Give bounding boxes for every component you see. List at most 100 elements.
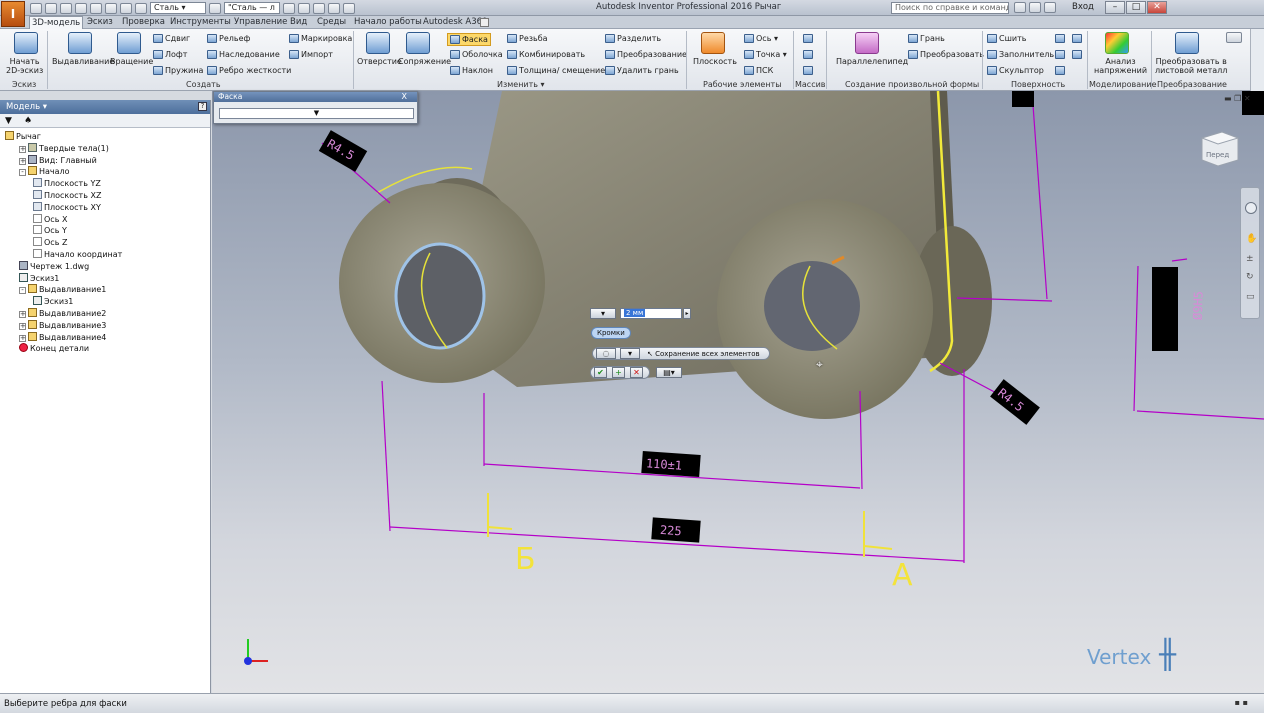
revolve-icon[interactable] <box>117 32 141 54</box>
viewport-window-controls[interactable]: ▬ ❐ ✕ <box>1224 94 1251 103</box>
find-icon[interactable]: ♠ <box>24 116 32 126</box>
browser-node[interactable]: Эскиз1 <box>33 296 73 307</box>
hole-button[interactable]: Отверстие <box>357 57 402 66</box>
rib-button[interactable]: Ребро жесткости <box>207 66 291 75</box>
chamfer-type-dropdown[interactable]: ▾ <box>590 308 616 319</box>
chamfer-button[interactable]: Фаска <box>447 33 491 46</box>
pan-icon[interactable]: ✋ <box>1246 234 1257 244</box>
browser-node[interactable]: Плоскость XZ <box>33 190 101 201</box>
browser-node[interactable]: - Начало <box>19 166 70 177</box>
chamfer-type-combo[interactable]: ▼ <box>219 108 414 119</box>
convert-button[interactable]: Преобразовать <box>908 50 984 59</box>
tab-sketch[interactable]: Эскиз <box>85 16 115 29</box>
import-button[interactable]: Импорт <box>289 50 333 59</box>
browser-node[interactable]: + Выдавливание3 <box>19 319 106 331</box>
tab-get-started[interactable]: Начало работы <box>352 16 424 29</box>
split-button[interactable]: Разделить <box>605 34 661 43</box>
loft-button[interactable]: Лофт <box>153 50 187 59</box>
preserve-all-features-toggle[interactable]: ↖ Сохранение всех элементов <box>647 350 760 358</box>
graphics-viewport[interactable]: R4.5 110±1 225 R4.5 Ø9H5 Б А ⌖ <box>212 91 1264 693</box>
replace-face-icon[interactable] <box>1055 66 1065 75</box>
distance-input[interactable]: 2 мм <box>620 308 682 319</box>
fillet-icon[interactable] <box>406 32 430 54</box>
box-icon[interactable] <box>855 32 879 54</box>
sheet-metal-icon[interactable] <box>1175 32 1199 54</box>
patch-button[interactable]: Заполнитель <box>987 50 1054 59</box>
appearance-select[interactable]: "Сталь — л <box>224 2 280 14</box>
stitch-button[interactable]: Сшить <box>987 34 1026 43</box>
sign-in-button[interactable]: Вход <box>1072 2 1094 12</box>
browser-node[interactable]: Рычаг <box>5 131 41 142</box>
adjust-icon[interactable] <box>298 2 310 14</box>
chamfer-dialog-title[interactable]: Фаска X <box>214 92 417 102</box>
tab-inspect[interactable]: Проверка <box>120 16 167 29</box>
repair-icon[interactable] <box>1072 50 1082 59</box>
browser-node[interactable]: - Выдавливание1 <box>19 284 106 295</box>
freeform-box-button[interactable]: Параллелепипед <box>836 57 908 66</box>
user-icon[interactable] <box>1044 2 1056 13</box>
circ-pattern-icon[interactable] <box>803 50 813 59</box>
steering-wheel-icon[interactable] <box>1245 202 1257 214</box>
fillet-button[interactable]: Сопряжение <box>398 57 451 66</box>
expand-icon[interactable]: + <box>19 145 26 153</box>
tab-3d-model[interactable]: 3D-модель <box>29 16 84 29</box>
browser-node[interactable]: Плоскость XY <box>33 201 101 213</box>
tab-environments[interactable]: Среды <box>315 16 348 29</box>
setback-dropdown[interactable]: ◌ <box>596 348 616 359</box>
ribbon-options-icon[interactable] <box>480 18 489 27</box>
ok-button[interactable]: ✔ <box>594 367 607 378</box>
zoom-icon[interactable]: ± <box>1246 254 1254 264</box>
browser-node[interactable]: Эскиз1 <box>19 272 59 284</box>
corner-dropdown[interactable]: ▾ <box>620 348 640 359</box>
tab-view[interactable]: Вид <box>288 16 309 29</box>
cancel-button[interactable]: ✕ <box>630 367 643 378</box>
app-menu-button[interactable]: I <box>1 1 25 27</box>
emboss-button[interactable]: Рельеф <box>207 34 250 43</box>
axis-button[interactable]: Ось ▾ <box>744 34 778 43</box>
clear-appearance-icon[interactable] <box>283 2 295 14</box>
tab-manage[interactable]: Управление <box>232 16 289 29</box>
convert-sheet-metal-button[interactable]: Преобразовать в листовой металл <box>1155 57 1227 75</box>
help-search-input[interactable]: Поиск по справке и командам <box>891 2 1009 14</box>
help-icon[interactable]: ? <box>198 102 207 111</box>
appearance-icon[interactable] <box>209 2 221 14</box>
thicken-button[interactable]: Толщина/ смещение <box>507 66 605 75</box>
browser-node[interactable]: Конец детали <box>19 343 89 354</box>
browser-node[interactable]: + Выдавливание4 <box>19 331 106 343</box>
orbit-icon[interactable]: ↻ <box>1246 272 1254 282</box>
dim-225[interactable]: 225 <box>659 523 682 538</box>
close-button[interactable]: ✕ <box>1147 1 1167 14</box>
browser-node[interactable]: + Твердые тела(1) <box>19 142 109 154</box>
revolve-button[interactable]: Вращение <box>110 57 153 66</box>
parameters-icon[interactable] <box>313 2 325 14</box>
hole-icon[interactable] <box>366 32 390 54</box>
viewcube-face-label[interactable]: Перед <box>1206 151 1229 159</box>
open-icon[interactable] <box>45 2 57 14</box>
edges-selector[interactable]: Кромки <box>591 327 631 339</box>
point-button[interactable]: Точка ▾ <box>744 50 787 59</box>
browser-node[interactable]: Ось X <box>33 213 67 225</box>
dialog-close-button[interactable]: X <box>402 92 407 102</box>
undo-icon[interactable] <box>75 2 87 14</box>
browser-node[interactable]: Начало координат <box>33 249 122 260</box>
shell-button[interactable]: Оболочка <box>450 50 503 59</box>
ruled-surface-icon[interactable] <box>1072 34 1082 43</box>
apply-button[interactable]: + <box>612 367 625 378</box>
browser-node[interactable]: Плоскость YZ <box>33 178 101 189</box>
coil-button[interactable]: Пружина <box>153 66 203 75</box>
maximize-button[interactable]: □ <box>1126 1 1146 14</box>
ribbon-expand-icon[interactable] <box>1226 32 1242 43</box>
browser-node[interactable]: Ось Y <box>33 225 67 236</box>
mirror-icon[interactable] <box>803 66 813 75</box>
start-sketch-button[interactable]: Начать 2D-эскиз <box>6 57 43 75</box>
expand-icon[interactable]: + <box>19 322 26 330</box>
browser-node[interactable]: + Вид: Главный <box>19 154 97 166</box>
browser-node[interactable]: Ось Z <box>33 237 67 248</box>
dim-110[interactable]: 110±1 <box>646 456 683 472</box>
mark-button[interactable]: Маркировка <box>289 34 352 43</box>
delete-face-button[interactable]: Удалить грань <box>605 66 679 75</box>
viewcube[interactable]: Перед <box>1196 126 1242 168</box>
start-sketch-icon[interactable] <box>14 32 38 54</box>
favorites-icon[interactable] <box>1029 2 1041 13</box>
distance-spin-button[interactable]: ▸ <box>683 308 691 319</box>
